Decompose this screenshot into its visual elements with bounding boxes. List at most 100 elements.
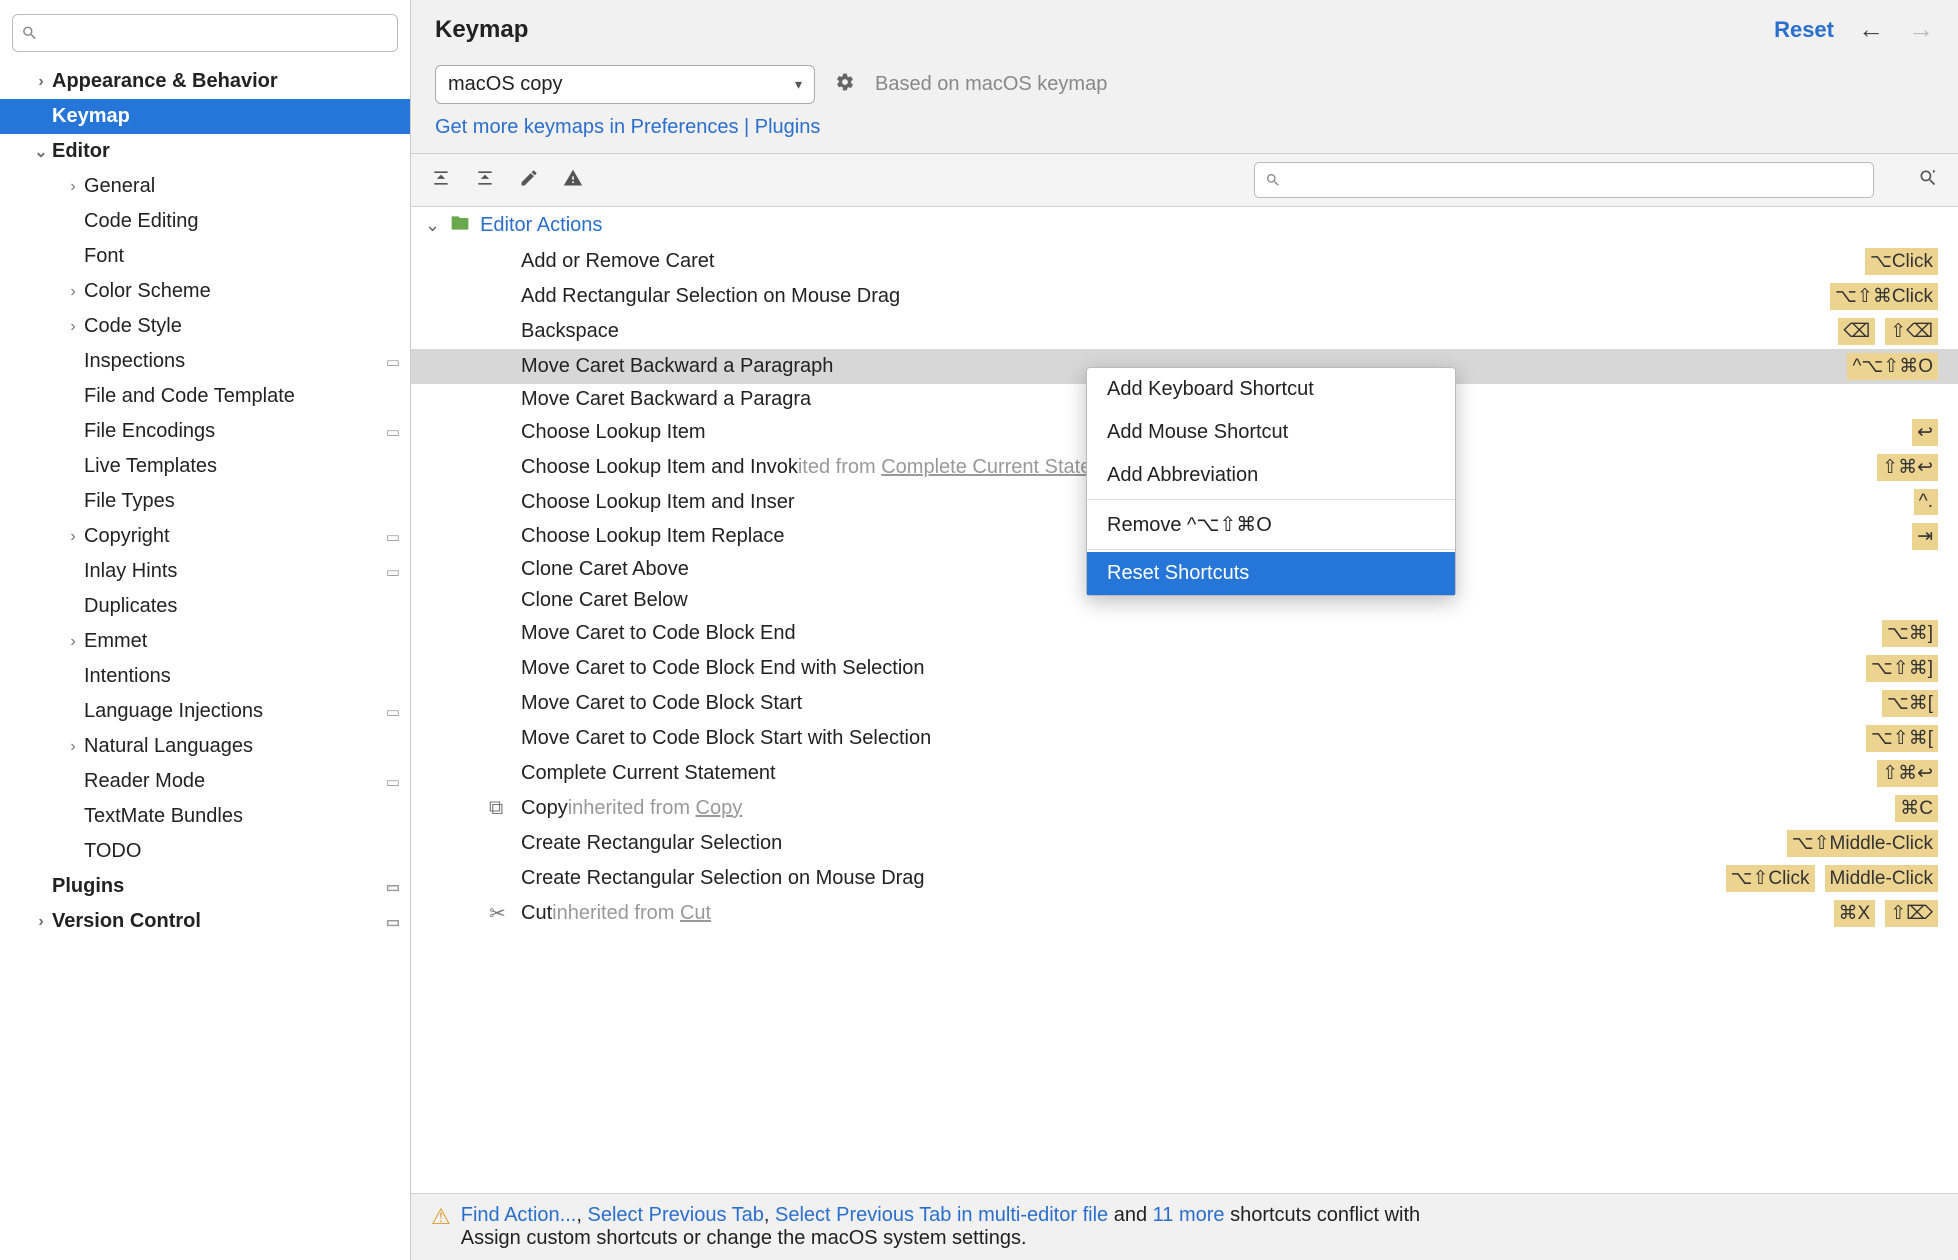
action-row[interactable]: ✂Cut inherited from Cut⌘X⇧⌦ <box>411 896 1958 931</box>
chevron-right-icon: › <box>62 633 84 651</box>
sidebar-item-color-scheme[interactable]: ›Color Scheme <box>0 274 410 309</box>
shortcut-badge: ⌥⌘[ <box>1882 690 1938 717</box>
sidebar-item-editor[interactable]: ⌄Editor <box>0 134 410 169</box>
sidebar-item-keymap[interactable]: Keymap <box>0 99 410 134</box>
shortcut-badge: ⌥⇧Middle-Click <box>1787 830 1938 857</box>
reset-button[interactable]: Reset <box>1774 17 1834 43</box>
sidebar-item-textmate-bundles[interactable]: TextMate Bundles <box>0 799 410 834</box>
shortcut-badge: ^. <box>1914 489 1938 515</box>
page-title: Keymap <box>435 16 528 44</box>
action-label: Backspace <box>521 320 619 343</box>
footer-link[interactable]: Find Action... <box>461 1204 577 1226</box>
shortcut-list: ⌥Click <box>1865 248 1938 275</box>
action-label: Choose Lookup Item and Inser <box>521 491 795 514</box>
sidebar-item-label: Inspections <box>84 350 185 373</box>
sidebar-item-code-editing[interactable]: Code Editing <box>0 204 410 239</box>
shortcut-list: ⇧⌘↩ <box>1877 454 1938 481</box>
action-row[interactable]: Add or Remove Caret⌥Click <box>411 244 1958 279</box>
inherited-link[interactable]: Copy <box>696 797 743 819</box>
sidebar-search-input[interactable] <box>38 23 389 43</box>
sidebar-item-font[interactable]: Font <box>0 239 410 274</box>
sidebar-item-todo[interactable]: TODO <box>0 834 410 869</box>
footer-more-link[interactable]: 11 more <box>1153 1204 1225 1226</box>
sidebar-item-label: Duplicates <box>84 595 177 618</box>
sidebar-item-code-style[interactable]: ›Code Style <box>0 309 410 344</box>
menu-item-remove-o[interactable]: Remove ^⌥⇧⌘O <box>1087 502 1455 547</box>
edit-icon[interactable] <box>519 168 539 193</box>
action-row[interactable]: Move Caret to Code Block End⌥⌘] <box>411 616 1958 651</box>
sidebar-item-label: Reader Mode <box>84 770 205 793</box>
project-level-icon: ▭ <box>386 423 400 441</box>
warning-icon[interactable] <box>563 168 583 193</box>
category-header[interactable]: ⌄ Editor Actions <box>411 207 1958 244</box>
shortcut-badge: ⌥Click <box>1865 248 1938 275</box>
menu-item-reset-shortcuts[interactable]: Reset Shortcuts <box>1087 552 1455 595</box>
sidebar-item-version-control[interactable]: ›Version Control▭ <box>0 904 410 939</box>
shortcut-list: ⌘X⇧⌦ <box>1834 900 1938 927</box>
sidebar-item-label: Emmet <box>84 630 147 653</box>
menu-item-add-mouse-shortcut[interactable]: Add Mouse Shortcut <box>1087 411 1455 454</box>
main-panel: Keymap Reset ← → macOS copy ▾ Based on m… <box>411 0 1958 1260</box>
sidebar-item-inspections[interactable]: Inspections▭ <box>0 344 410 379</box>
footer-link[interactable]: Select Previous Tab in multi-editor file <box>775 1204 1108 1226</box>
sidebar-item-intentions[interactable]: Intentions <box>0 659 410 694</box>
action-row[interactable]: Move Caret to Code Block End with Select… <box>411 651 1958 686</box>
shortcut-list: ^. <box>1914 489 1938 515</box>
sidebar-item-label: Appearance & Behavior <box>52 70 278 93</box>
sidebar-item-duplicates[interactable]: Duplicates <box>0 589 410 624</box>
sidebar-item-label: Version Control <box>52 910 201 933</box>
action-label: Create Rectangular Selection on Mouse Dr… <box>521 867 925 890</box>
shortcut-list: ⇧⌘↩ <box>1877 760 1938 787</box>
chevron-right-icon: › <box>62 738 84 756</box>
keymap-dropdown[interactable]: macOS copy ▾ <box>435 65 815 104</box>
sidebar-item-file-and-code-template[interactable]: File and Code Template <box>0 379 410 414</box>
shortcut-badge: ↩ <box>1912 419 1938 446</box>
sidebar-item-label: Copyright <box>84 525 170 548</box>
action-row[interactable]: ⧉Copy inherited from Copy⌘C <box>411 791 1958 826</box>
sidebar-item-plugins[interactable]: Plugins▭ <box>0 869 410 904</box>
sidebar-item-label: Editor <box>52 140 110 163</box>
shortcut-list: ⇥ <box>1912 523 1938 550</box>
sidebar-item-label: Code Style <box>84 315 182 338</box>
back-arrow-icon[interactable]: ← <box>1858 14 1884 45</box>
gear-icon[interactable] <box>835 72 855 97</box>
sidebar-item-emmet[interactable]: ›Emmet <box>0 624 410 659</box>
shortcut-badge: ⌥⌘] <box>1882 620 1938 647</box>
collapse-all-icon[interactable] <box>475 168 495 193</box>
shortcut-badge: ⇧⌦ <box>1885 900 1938 927</box>
sidebar-item-copyright[interactable]: ›Copyright▭ <box>0 519 410 554</box>
sidebar-item-general[interactable]: ›General <box>0 169 410 204</box>
sidebar-item-inlay-hints[interactable]: Inlay Hints▭ <box>0 554 410 589</box>
action-row[interactable]: Create Rectangular Selection⌥⇧Middle-Cli… <box>411 826 1958 861</box>
menu-separator <box>1087 499 1455 500</box>
action-row[interactable]: Backspace⌫⇧⌫ <box>411 314 1958 349</box>
menu-item-add-abbreviation[interactable]: Add Abbreviation <box>1087 454 1455 497</box>
chevron-down-icon: ▾ <box>795 76 802 93</box>
footer-link[interactable]: Select Previous Tab <box>587 1204 763 1226</box>
get-more-keymaps-link[interactable]: Get more keymaps in Preferences | Plugin… <box>435 116 820 138</box>
action-row[interactable]: Move Caret to Code Block Start⌥⌘[ <box>411 686 1958 721</box>
menu-item-add-keyboard-shortcut[interactable]: Add Keyboard Shortcut <box>1087 368 1455 411</box>
sidebar-item-file-types[interactable]: File Types <box>0 484 410 519</box>
find-by-shortcut-icon[interactable] <box>1918 168 1938 193</box>
project-level-icon: ▭ <box>386 913 400 931</box>
actions-toolbar <box>411 153 1958 207</box>
action-search[interactable] <box>1254 162 1874 198</box>
action-row[interactable]: Move Caret to Code Block Start with Sele… <box>411 721 1958 756</box>
expand-all-icon[interactable] <box>431 168 451 193</box>
action-label: Move Caret to Code Block End with Select… <box>521 657 925 680</box>
sidebar-item-natural-languages[interactable]: ›Natural Languages <box>0 729 410 764</box>
sidebar-item-live-templates[interactable]: Live Templates <box>0 449 410 484</box>
chevron-right-icon: › <box>62 318 84 336</box>
sidebar-item-reader-mode[interactable]: Reader Mode▭ <box>0 764 410 799</box>
shortcut-list: ⌥⌘[ <box>1882 690 1938 717</box>
warning-icon: ⚠ <box>431 1204 451 1250</box>
sidebar-item-appearance-behavior[interactable]: ›Appearance & Behavior <box>0 64 410 99</box>
action-row[interactable]: Complete Current Statement⇧⌘↩ <box>411 756 1958 791</box>
action-row[interactable]: Add Rectangular Selection on Mouse Drag⌥… <box>411 279 1958 314</box>
sidebar-search[interactable] <box>12 14 398 52</box>
sidebar-item-file-encodings[interactable]: File Encodings▭ <box>0 414 410 449</box>
action-row[interactable]: Create Rectangular Selection on Mouse Dr… <box>411 861 1958 896</box>
sidebar-item-language-injections[interactable]: Language Injections▭ <box>0 694 410 729</box>
inherited-link[interactable]: Cut <box>680 902 711 924</box>
